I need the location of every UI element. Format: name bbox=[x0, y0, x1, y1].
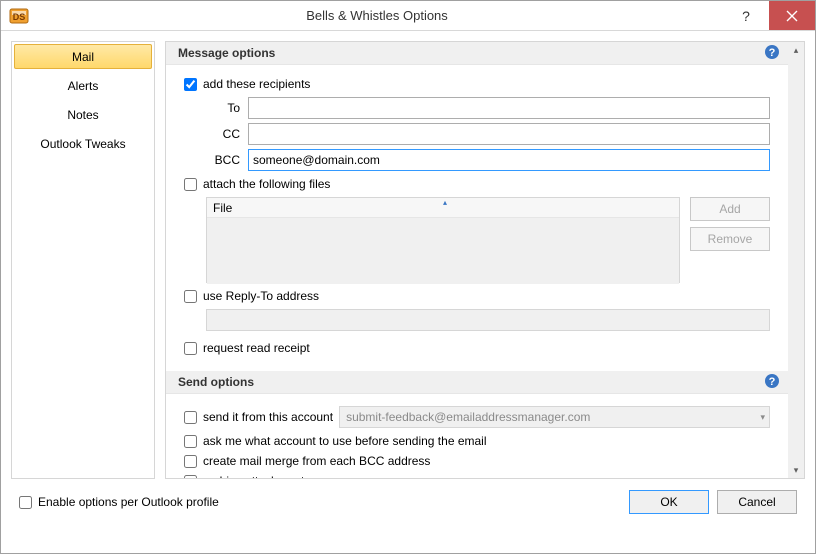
app-icon: DS bbox=[7, 4, 31, 28]
help-button[interactable]: ? bbox=[723, 1, 769, 30]
titlebar-buttons: ? bbox=[723, 1, 815, 30]
cancel-button[interactable]: Cancel bbox=[717, 490, 797, 514]
archive-row: archive attachments bbox=[184, 474, 770, 479]
section-title: Message options bbox=[178, 46, 275, 60]
mail-merge-checkbox[interactable] bbox=[184, 455, 197, 468]
message-options-body: add these recipients To CC BCC attach th… bbox=[166, 65, 788, 371]
sidebar-item-outlook-tweaks[interactable]: Outlook Tweaks bbox=[14, 131, 152, 156]
archive-label: archive attachments bbox=[203, 474, 310, 479]
to-row: To bbox=[206, 97, 770, 119]
sidebar-item-label: Notes bbox=[67, 108, 98, 122]
help-icon[interactable]: ? bbox=[764, 44, 780, 63]
reply-to-checkbox[interactable] bbox=[184, 290, 197, 303]
scroll-up-icon[interactable]: ▴ bbox=[788, 42, 804, 58]
cc-row: CC bbox=[206, 123, 770, 145]
sidebar-item-notes[interactable]: Notes bbox=[14, 102, 152, 127]
read-receipt-row: request read receipt bbox=[184, 341, 770, 355]
send-from-checkbox[interactable] bbox=[184, 411, 197, 424]
remove-file-button[interactable]: Remove bbox=[690, 227, 770, 251]
ask-account-label: ask me what account to use before sendin… bbox=[203, 434, 487, 448]
sidebar-item-alerts[interactable]: Alerts bbox=[14, 73, 152, 98]
send-options-header: Send options ? bbox=[166, 371, 788, 394]
send-from-combo[interactable]: submit-feedback@emailaddressmanager.com … bbox=[339, 406, 770, 428]
bcc-label: BCC bbox=[206, 153, 240, 167]
content-scroll: Message options ? add these recipients T… bbox=[166, 42, 788, 478]
svg-text:?: ? bbox=[769, 376, 776, 388]
scroll-down-icon[interactable]: ▾ bbox=[788, 462, 804, 478]
send-from-label: send it from this account bbox=[203, 410, 333, 424]
mail-merge-label: create mail merge from each BCC address bbox=[203, 454, 430, 468]
ok-button[interactable]: OK bbox=[629, 490, 709, 514]
sidebar: Mail Alerts Notes Outlook Tweaks bbox=[11, 41, 155, 479]
sort-arrow-icon: ▴ bbox=[443, 198, 447, 207]
content-panel: Message options ? add these recipients T… bbox=[165, 41, 805, 479]
main-area: Mail Alerts Notes Outlook Tweaks Message… bbox=[1, 31, 815, 479]
help-icon[interactable]: ? bbox=[764, 373, 780, 392]
mail-merge-row: create mail merge from each BCC address bbox=[184, 454, 770, 468]
enable-profile-label: Enable options per Outlook profile bbox=[38, 495, 219, 509]
dialog-buttons: OK Cancel bbox=[629, 490, 797, 514]
add-recipients-row: add these recipients bbox=[184, 77, 770, 91]
message-options-header: Message options ? bbox=[166, 42, 788, 65]
file-column-header: File bbox=[213, 201, 232, 215]
to-input[interactable] bbox=[248, 97, 770, 119]
bottom-bar: Enable options per Outlook profile OK Ca… bbox=[1, 479, 815, 525]
attach-files-row: attach the following files bbox=[184, 177, 770, 191]
file-list[interactable]: File ▴ bbox=[206, 197, 680, 283]
sidebar-item-label: Alerts bbox=[68, 79, 99, 93]
sidebar-item-label: Outlook Tweaks bbox=[40, 137, 125, 151]
section-title: Send options bbox=[178, 375, 254, 389]
enable-profile-row: Enable options per Outlook profile bbox=[19, 495, 219, 509]
reply-to-label: use Reply-To address bbox=[203, 289, 319, 303]
cc-input[interactable] bbox=[248, 123, 770, 145]
titlebar: DS Bells & Whistles Options ? bbox=[1, 1, 815, 31]
cc-label: CC bbox=[206, 127, 240, 141]
svg-text:?: ? bbox=[769, 47, 776, 59]
read-receipt-checkbox[interactable] bbox=[184, 342, 197, 355]
attach-files-checkbox[interactable] bbox=[184, 178, 197, 191]
sidebar-item-mail[interactable]: Mail bbox=[14, 44, 152, 69]
file-list-body bbox=[207, 218, 679, 284]
send-from-value: submit-feedback@emailaddressmanager.com bbox=[346, 410, 590, 424]
file-list-header[interactable]: File ▴ bbox=[207, 198, 679, 218]
add-recipients-label: add these recipients bbox=[203, 77, 310, 91]
close-button[interactable] bbox=[769, 1, 815, 30]
add-file-button[interactable]: Add bbox=[690, 197, 770, 221]
to-label: To bbox=[206, 101, 240, 115]
svg-text:DS: DS bbox=[13, 12, 26, 22]
read-receipt-label: request read receipt bbox=[203, 341, 310, 355]
file-buttons: Add Remove bbox=[690, 197, 770, 283]
window-title: Bells & Whistles Options bbox=[31, 8, 723, 23]
bcc-input[interactable] bbox=[248, 149, 770, 171]
scrollbar[interactable]: ▴ ▾ bbox=[788, 42, 804, 478]
ask-account-row: ask me what account to use before sendin… bbox=[184, 434, 770, 448]
add-recipients-checkbox[interactable] bbox=[184, 78, 197, 91]
send-options-body: send it from this account submit-feedbac… bbox=[166, 394, 788, 479]
sidebar-item-label: Mail bbox=[72, 50, 94, 64]
ask-account-checkbox[interactable] bbox=[184, 435, 197, 448]
reply-to-input bbox=[206, 309, 770, 331]
reply-to-input-row bbox=[184, 309, 770, 331]
chevron-down-icon: ▾ bbox=[760, 412, 765, 423]
file-area: File ▴ Add Remove bbox=[206, 197, 770, 283]
enable-profile-checkbox[interactable] bbox=[19, 496, 32, 509]
send-from-row: send it from this account submit-feedbac… bbox=[184, 406, 770, 428]
archive-checkbox[interactable] bbox=[184, 475, 197, 480]
reply-to-row: use Reply-To address bbox=[184, 289, 770, 303]
close-icon bbox=[786, 10, 798, 22]
attach-files-label: attach the following files bbox=[203, 177, 330, 191]
bcc-row: BCC bbox=[206, 149, 770, 171]
